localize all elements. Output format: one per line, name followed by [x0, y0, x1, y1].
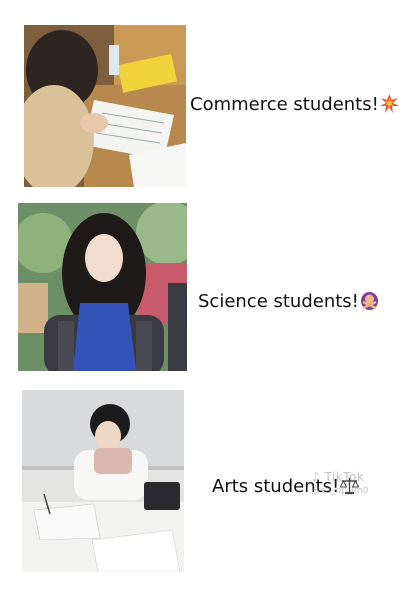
- collision-emoji-icon: [379, 94, 399, 113]
- commerce-student-photo: [24, 25, 186, 187]
- science-caption: Science students!: [198, 291, 379, 312]
- commerce-caption: Commerce students!: [190, 94, 399, 115]
- person-gesturing-no-emoji-icon: [360, 291, 379, 310]
- science-caption-text: Science students!: [198, 291, 359, 312]
- commerce-caption-text: Commerce students!: [190, 94, 379, 115]
- arts-student-photo: [22, 390, 184, 572]
- arts-photo-illustration: [22, 390, 184, 572]
- watermark-username: @sa_op_jm0: [312, 486, 369, 496]
- science-student-photo: [18, 203, 187, 371]
- science-photo-illustration: [18, 203, 187, 371]
- tiktok-watermark: ♪ TikTok @sa_op_jm0: [312, 470, 396, 514]
- watermark-app-name: TikTok: [324, 470, 365, 484]
- commerce-photo-illustration: [24, 25, 186, 187]
- tiktok-logo: ♪ TikTok: [312, 470, 365, 484]
